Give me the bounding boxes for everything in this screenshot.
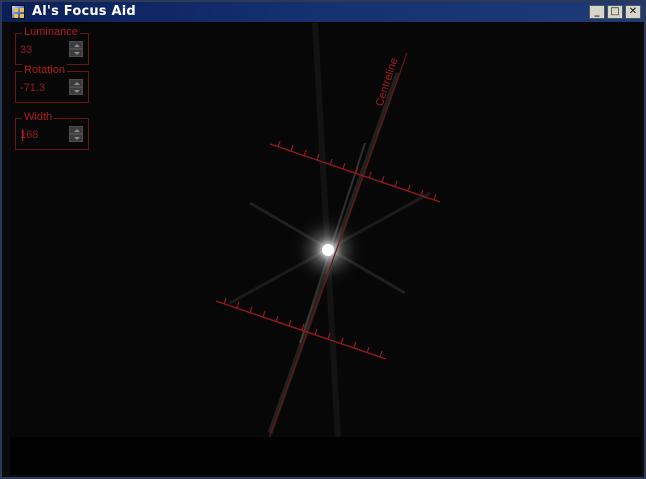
title-bar[interactable]: Al's Focus Aid _ □ ✕: [2, 2, 644, 23]
width-up-button[interactable]: [69, 126, 83, 134]
bottom-strip: [10, 437, 641, 475]
luminance-up-button[interactable]: [69, 41, 83, 49]
maximize-button[interactable]: □: [607, 5, 623, 19]
rotation-up-button[interactable]: [69, 79, 83, 87]
text-caret: [22, 129, 23, 141]
focus-canvas[interactable]: Centreline Luminance Rotation Width: [10, 23, 641, 475]
rotation-input[interactable]: [20, 81, 70, 95]
rotation-group: Rotation: [15, 64, 89, 103]
rotation-label: Rotation: [22, 64, 67, 76]
close-button[interactable]: ✕: [625, 5, 641, 19]
luminance-spinner[interactable]: [69, 41, 83, 57]
rotation-down-button[interactable]: [69, 87, 83, 95]
star-view: Centreline: [215, 23, 441, 475]
width-input[interactable]: [20, 128, 70, 142]
luminance-input[interactable]: [20, 43, 70, 57]
rotation-spinner[interactable]: [69, 79, 83, 95]
width-spinner[interactable]: [69, 126, 83, 142]
app-window: Al's Focus Aid _ □ ✕ Centreline Luminanc…: [0, 0, 646, 479]
app-icon[interactable]: [11, 5, 25, 19]
window-title: Al's Focus Aid: [32, 4, 136, 19]
luminance-group: Luminance: [15, 26, 89, 65]
luminance-label: Luminance: [22, 26, 80, 38]
width-label: Width: [22, 111, 55, 123]
star: [288, 210, 368, 290]
width-down-button[interactable]: [69, 134, 83, 142]
width-group: Width: [15, 111, 89, 150]
minimize-button[interactable]: _: [589, 5, 605, 19]
luminance-down-button[interactable]: [69, 49, 83, 57]
